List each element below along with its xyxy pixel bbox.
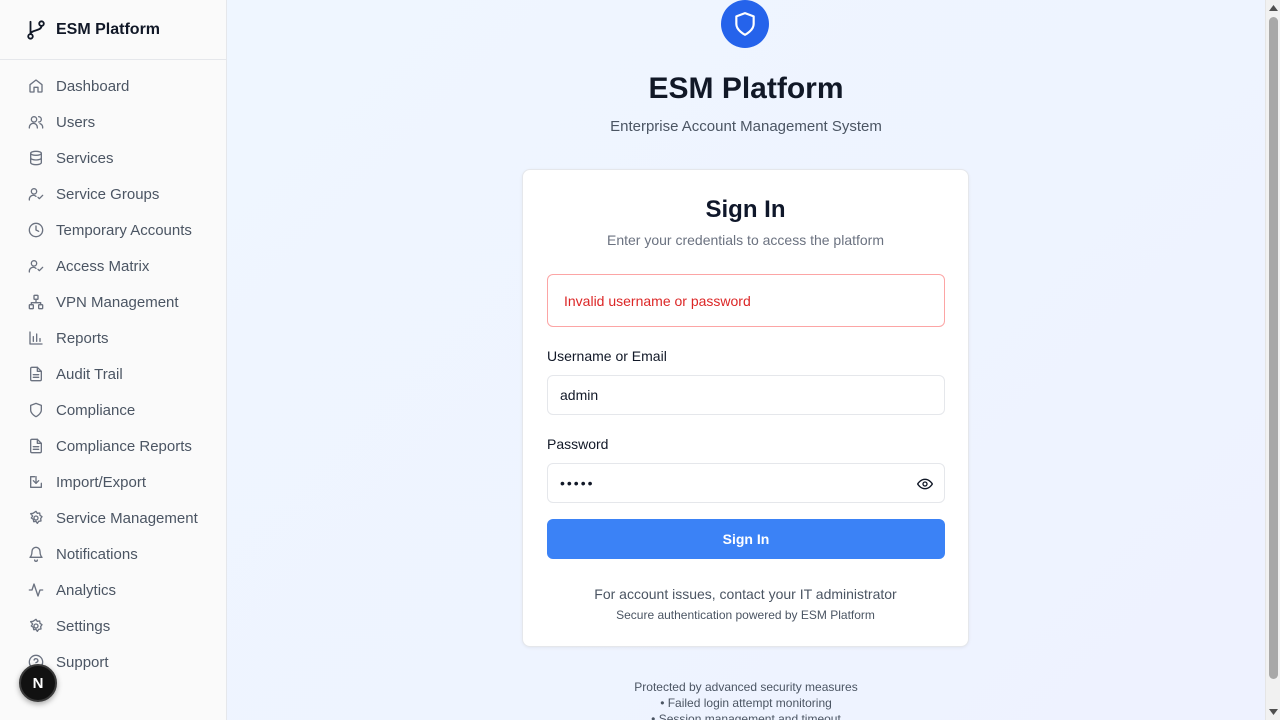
sidebar: ESM Platform Dashboard Users Services Se… — [0, 0, 227, 720]
brand-title: ESM Platform — [56, 20, 161, 38]
powered-by-note: Secure authentication powered by ESM Pla… — [616, 608, 875, 622]
sidebar-nav: Dashboard Users Services Service Groups … — [0, 60, 226, 680]
sidebar-item-dashboard[interactable]: Dashboard — [0, 68, 226, 104]
sidebar-item-label: Access Matrix — [56, 257, 150, 275]
git-branch-icon — [24, 18, 48, 42]
scroll-up-arrow-icon[interactable] — [1269, 3, 1278, 12]
sidebar-item-audit-trail[interactable]: Audit Trail — [0, 356, 226, 392]
sidebar-item-notifications[interactable]: Notifications — [0, 536, 226, 572]
activity-icon — [28, 582, 44, 598]
sidebar-brand[interactable]: ESM Platform — [0, 0, 226, 60]
login-main: ESM Platform Enterprise Account Manageme… — [227, 0, 1265, 720]
card-title: Sign In — [705, 196, 786, 223]
bar-chart-icon — [28, 330, 44, 346]
sidebar-item-access-matrix[interactable]: Access Matrix — [0, 248, 226, 284]
username-value: admin — [560, 387, 599, 403]
sidebar-item-label: Notifications — [56, 545, 138, 563]
sidebar-item-vpn-management[interactable]: VPN Management — [0, 284, 226, 320]
sidebar-item-label: Compliance Reports — [56, 437, 192, 455]
file-text-icon — [28, 366, 44, 382]
fab-letter: N — [32, 674, 44, 692]
sidebar-item-analytics[interactable]: Analytics — [0, 572, 226, 608]
security-item: • Session management and timeout — [651, 712, 841, 720]
sidebar-item-label: Settings — [56, 617, 111, 635]
username-label: Username or Email — [547, 348, 667, 364]
sign-in-label: Sign In — [722, 531, 770, 547]
sidebar-item-label: Reports — [56, 329, 109, 347]
sidebar-item-label: Users — [56, 113, 96, 131]
sidebar-item-temporary-accounts[interactable]: Temporary Accounts — [0, 212, 226, 248]
sidebar-item-services[interactable]: Services — [0, 140, 226, 176]
sidebar-item-label: Temporary Accounts — [56, 221, 192, 239]
page-scrollbar[interactable] — [1265, 0, 1280, 720]
sidebar-item-users[interactable]: Users — [0, 104, 226, 140]
security-heading: Protected by advanced security measures — [634, 680, 858, 694]
error-message: Invalid username or password — [564, 292, 751, 309]
card-subtitle: Enter your credentials to access the pla… — [606, 232, 885, 248]
user-check-icon — [28, 186, 44, 202]
sidebar-item-service-management[interactable]: Service Management — [0, 500, 226, 536]
gear-icon — [28, 510, 44, 526]
sidebar-item-label: VPN Management — [56, 293, 179, 311]
users-icon — [28, 114, 44, 130]
shield-logo-icon — [721, 0, 769, 48]
page-subtitle: Enterprise Account Management System — [610, 118, 882, 135]
scroll-down-arrow-icon[interactable] — [1269, 707, 1278, 716]
username-input[interactable]: admin — [547, 375, 945, 415]
sidebar-item-label: Compliance — [56, 401, 136, 419]
page-title: ESM Platform — [648, 72, 844, 105]
shield-icon — [28, 402, 44, 418]
bell-icon — [28, 546, 44, 562]
sidebar-item-label: Service Management — [56, 509, 198, 527]
file-text-icon — [28, 438, 44, 454]
next-devtools-button[interactable]: N — [19, 664, 57, 702]
error-alert: Invalid username or password — [547, 274, 945, 327]
sidebar-item-compliance-reports[interactable]: Compliance Reports — [0, 428, 226, 464]
password-value: ••••• — [560, 475, 595, 491]
gear-icon — [28, 618, 44, 634]
database-icon — [28, 150, 44, 166]
import-icon — [28, 474, 44, 490]
home-icon — [28, 78, 44, 94]
sidebar-item-label: Audit Trail — [56, 365, 123, 383]
sidebar-item-compliance[interactable]: Compliance — [0, 392, 226, 428]
sidebar-item-label: Analytics — [56, 581, 117, 599]
eye-icon[interactable] — [916, 475, 934, 493]
scrollbar-thumb[interactable] — [1269, 17, 1278, 679]
sidebar-item-import-export[interactable]: Import/Export — [0, 464, 226, 500]
sidebar-item-label: Services — [56, 149, 114, 167]
sidebar-item-settings[interactable]: Settings — [0, 608, 226, 644]
sidebar-item-service-groups[interactable]: Service Groups — [0, 176, 226, 212]
sidebar-item-label: Dashboard — [56, 77, 130, 95]
security-item: • Failed login attempt monitoring — [660, 696, 832, 710]
password-label: Password — [547, 436, 609, 452]
network-icon — [28, 294, 44, 310]
sign-in-button[interactable]: Sign In — [547, 519, 945, 559]
login-card: Sign In Enter your credentials to access… — [522, 169, 969, 647]
user-check-icon — [28, 258, 44, 274]
sidebar-item-reports[interactable]: Reports — [0, 320, 226, 356]
sidebar-item-label: Import/Export — [56, 473, 147, 491]
sidebar-item-label: Service Groups — [56, 185, 160, 203]
clock-icon — [28, 222, 44, 238]
account-issues-note: For account issues, contact your IT admi… — [594, 586, 897, 602]
sidebar-item-label: Support — [56, 653, 109, 671]
password-input[interactable]: ••••• — [547, 463, 945, 503]
